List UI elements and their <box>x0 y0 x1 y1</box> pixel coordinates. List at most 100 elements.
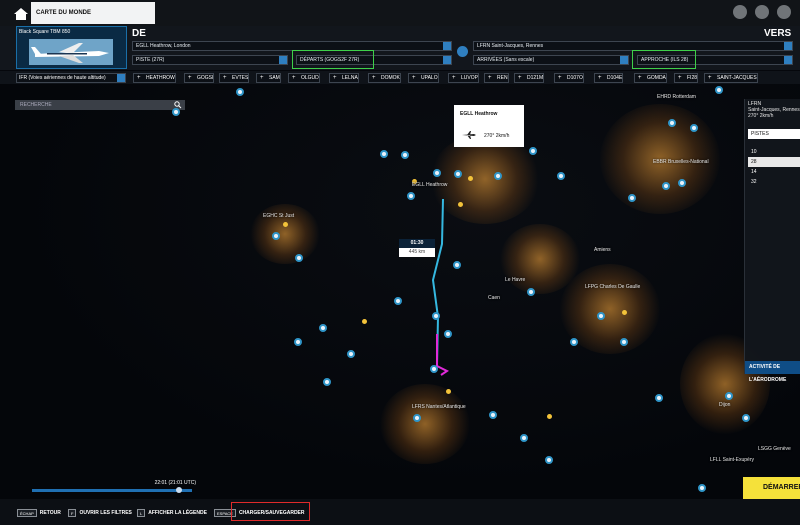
runway-item[interactable]: 32 <box>748 177 800 187</box>
airport-pin[interactable] <box>570 338 578 346</box>
waypoint-chip[interactable]: LUVOP <box>448 73 479 83</box>
airport-pin[interactable] <box>236 88 244 96</box>
waypoint-chip[interactable]: REN <box>484 73 509 83</box>
time-slider-handle[interactable] <box>176 487 182 493</box>
aircraft-image <box>29 39 113 65</box>
time-slider[interactable]: 22:01 (21:01 UTC) <box>28 480 198 494</box>
airport-pin[interactable] <box>413 414 421 422</box>
airport-pin[interactable] <box>725 392 733 400</box>
profile-icon[interactable] <box>777 5 791 19</box>
arrival-heading: VERS <box>764 28 792 39</box>
open-filters-button[interactable]: F OUVRIR LES FILTRES <box>68 509 132 517</box>
popup-wind: 270° 2km/h <box>484 133 510 139</box>
airport-pin[interactable] <box>690 124 698 132</box>
runway-item[interactable]: 10 <box>748 147 800 157</box>
back-label: RETOUR <box>39 510 61 516</box>
airport-pin[interactable] <box>489 411 497 419</box>
waypoint-chip[interactable]: OLGUD <box>288 73 320 83</box>
waypoint-chip[interactable]: FI28 <box>674 73 699 83</box>
airport-pin[interactable] <box>272 232 280 240</box>
airport-pin[interactable] <box>433 169 441 177</box>
start-button[interactable]: DÉMARRER <box>743 477 800 499</box>
waypoint-chip[interactable]: D104E <box>594 73 624 83</box>
waypoint-chip[interactable]: GOMDA <box>634 73 667 83</box>
airport-pin[interactable] <box>545 456 553 464</box>
leg-info-card: 01:30 445 km <box>399 239 435 257</box>
departure-runway-value: PISTE (27R) <box>136 57 165 63</box>
swap-icon[interactable] <box>457 46 468 57</box>
airport-pin[interactable] <box>394 297 402 305</box>
popup-title: EGLL Heathrow <box>460 111 498 117</box>
airport-pin[interactable] <box>454 170 462 178</box>
city-label: LFRS Nantes/Atlantique <box>412 404 466 410</box>
airfield-activity-button[interactable]: ACTIVITÉ DE L'AÉRODROME <box>745 361 800 383</box>
airport-popup[interactable]: EGLL Heathrow 270° 2km/h <box>454 105 524 147</box>
waypoint-chip[interactable]: HEATHROW <box>133 73 176 83</box>
airport-pin[interactable] <box>620 338 628 346</box>
aircraft-card[interactable]: Black Square TBM 850 <box>16 26 127 69</box>
back-button[interactable]: ÉCHAP RETOUR <box>17 509 61 517</box>
airport-pin[interactable] <box>655 394 663 402</box>
airport-pin[interactable] <box>597 312 605 320</box>
airport-pin[interactable] <box>323 378 331 386</box>
waypoint-chip[interactable]: LELNA <box>329 73 359 83</box>
waypoint-chip[interactable]: UPALO <box>408 73 439 83</box>
tab-runways[interactable]: PISTES <box>748 129 800 139</box>
runway-item[interactable]: 14 <box>748 167 800 177</box>
waypoint-chip[interactable]: SAINT-JACQUES <box>704 73 758 83</box>
city-label: Amiens <box>594 247 611 253</box>
notifications-icon[interactable] <box>755 5 769 19</box>
airport-pin[interactable] <box>529 147 537 155</box>
arrival-type-select[interactable]: ARRIVÉES (Sans escale) <box>473 55 629 65</box>
airport-pin[interactable] <box>520 434 528 442</box>
city-label: LFPG Charles De Gaulle <box>585 284 641 290</box>
time-slider-track[interactable] <box>32 489 192 492</box>
airport-pin[interactable] <box>557 172 565 180</box>
airport-pin[interactable] <box>715 86 723 94</box>
airport-pin[interactable] <box>453 261 461 269</box>
city-label: LSGG Genève <box>758 446 791 452</box>
waypoint-chip[interactable]: D107O <box>554 73 584 83</box>
arrival-airport-panel: LFRN Saint-Jacques, Rennes 270° 2km/h PI… <box>744 99 800 383</box>
airport-pin[interactable] <box>319 324 327 332</box>
airport-pin[interactable] <box>678 179 686 187</box>
key-hint: F <box>68 509 77 517</box>
home-icon[interactable] <box>12 6 30 22</box>
airport-pin[interactable] <box>698 484 706 492</box>
airport-pin[interactable] <box>444 330 452 338</box>
airport-pin[interactable] <box>401 151 409 159</box>
runway-item[interactable]: 28 <box>748 157 800 167</box>
airport-pin[interactable] <box>494 172 502 180</box>
show-legend-button[interactable]: L AFFICHER LA LÉGENDE <box>137 509 207 517</box>
city-label: Caen <box>488 295 500 301</box>
airport-pin[interactable] <box>380 150 388 158</box>
flight-level-select[interactable]: IFR (Voies aériennes de haute altitude) <box>16 73 126 83</box>
airport-pin[interactable] <box>432 312 440 320</box>
aircraft-name: Black Square TBM 850 <box>19 29 71 35</box>
airport-pin[interactable] <box>430 365 438 373</box>
vor-marker <box>283 222 288 227</box>
airport-pin[interactable] <box>295 254 303 262</box>
help-icon[interactable] <box>733 5 747 19</box>
tab-world-map[interactable]: CARTE DU MONDE <box>31 2 155 24</box>
world-map[interactable]: RECHERCHE EGHC St Just EGLL Heathrow Le … <box>0 84 800 499</box>
legend-label: AFFICHER LA LÉGENDE <box>148 510 207 516</box>
airport-pin[interactable] <box>662 182 670 190</box>
waypoint-chip[interactable]: EVTES <box>219 73 250 83</box>
vor-marker <box>622 310 627 315</box>
airport-pin[interactable] <box>668 119 676 127</box>
airport-pin[interactable] <box>527 288 535 296</box>
airport-pin[interactable] <box>347 350 355 358</box>
waypoint-chip[interactable]: GOGSI <box>184 73 215 83</box>
flight-level-value: IFR (Voies aériennes de haute altitude) <box>19 75 106 81</box>
waypoint-chip[interactable]: D121M <box>514 73 545 83</box>
departure-runway-select[interactable]: PISTE (27R) <box>132 55 288 65</box>
airport-pin[interactable] <box>628 194 636 202</box>
city-label: Dijon <box>719 402 731 408</box>
airport-pin[interactable] <box>407 192 415 200</box>
waypoint-chip[interactable]: DOMOK <box>368 73 401 83</box>
waypoint-chip[interactable]: SAM <box>256 73 281 83</box>
airport-pin[interactable] <box>294 338 302 346</box>
airport-pin[interactable] <box>742 414 750 422</box>
airport-pin[interactable] <box>172 108 180 116</box>
